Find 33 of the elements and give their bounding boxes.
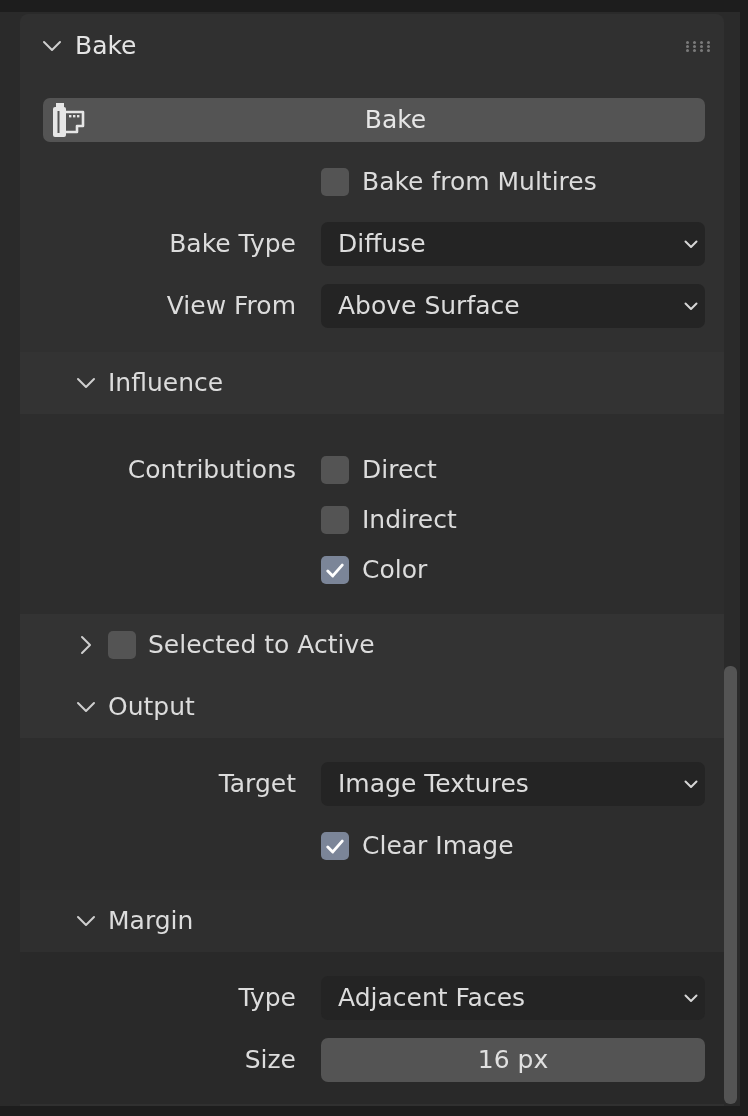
- drag-handle-icon[interactable]: [686, 40, 710, 52]
- checkbox[interactable]: [321, 456, 349, 484]
- field-label: Target: [217, 769, 296, 799]
- checkbox-label: Indirect: [362, 505, 457, 535]
- field-label: View From: [165, 291, 296, 321]
- checkbox[interactable]: [321, 832, 349, 860]
- field-label: Type: [237, 983, 296, 1013]
- caret-icon: [684, 301, 698, 311]
- field-label: Bake Type: [168, 229, 296, 259]
- field-label: Size: [243, 1045, 296, 1075]
- checkbox-label: Direct: [362, 455, 437, 485]
- checkbox-label: Bake from Multires: [362, 167, 597, 197]
- checkbox[interactable]: [321, 506, 349, 534]
- checkbox[interactable]: [321, 168, 349, 196]
- dropdown[interactable]: Adjacent Faces: [321, 976, 705, 1020]
- checkbox[interactable]: [108, 631, 136, 659]
- caret-icon: [684, 239, 698, 249]
- scrollbar-thumb[interactable]: [724, 666, 737, 1104]
- dropdown[interactable]: Diffuse: [321, 222, 705, 266]
- checkmark-icon: [326, 562, 344, 578]
- dropdown[interactable]: Above Surface: [321, 284, 705, 328]
- caret-icon: [684, 779, 698, 789]
- checkbox-label: Color: [362, 555, 428, 585]
- checkbox-label: Clear Image: [362, 831, 514, 861]
- caret-icon: [684, 993, 698, 1003]
- bake-button[interactable]: Bake: [43, 98, 705, 142]
- dropdown[interactable]: Image Textures: [321, 762, 705, 806]
- checkbox[interactable]: [321, 556, 349, 584]
- panel-header[interactable]: Bake: [20, 22, 724, 70]
- checkmark-icon: [326, 838, 344, 854]
- field-label: Contributions: [126, 455, 296, 485]
- number-field[interactable]: 16 px: [321, 1038, 705, 1082]
- film-canister-icon: [50, 102, 86, 138]
